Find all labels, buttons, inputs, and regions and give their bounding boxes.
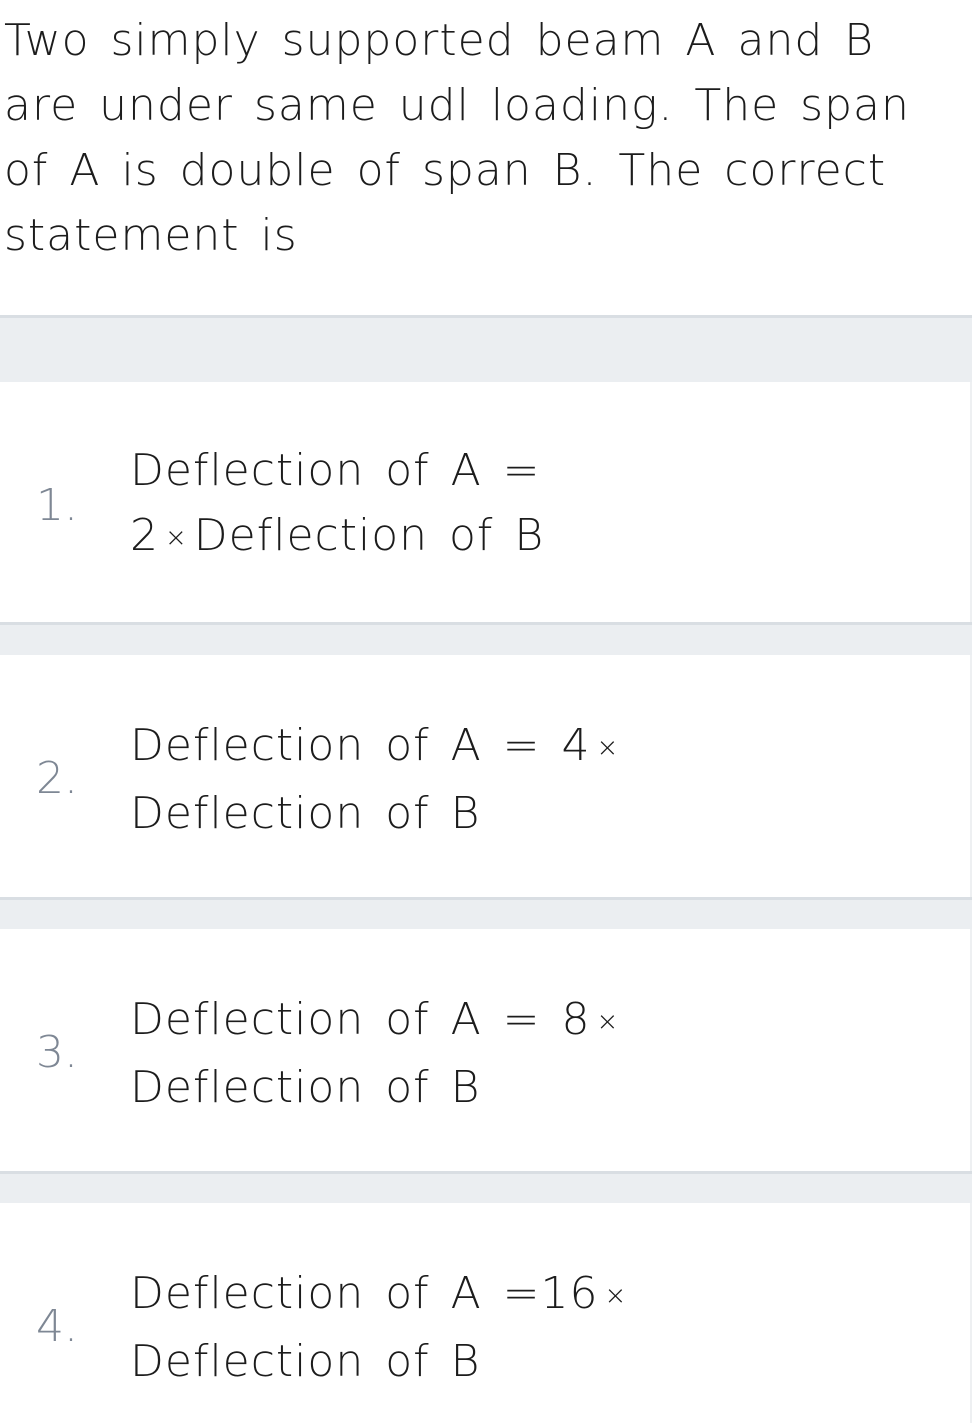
option-text-line: Deflection of A =16 × [130,1261,730,1329]
option-divider [0,1171,972,1203]
times-icon: × [165,523,188,553]
option-text-line: Deflection of A = [130,445,541,496]
option-text-line: 2 × Deflection of B [130,503,730,571]
option-2[interactable]: 2. Deflection of A = 4 × Deflection of B [0,655,972,897]
option-text-prefix: Deflection of A = 8 [130,994,591,1045]
option-multiplier: 2 [130,510,159,561]
option-divider [0,897,972,929]
option-text: Deflection of A = 2 × Deflection of B [130,438,730,571]
option-number: 3. [36,1027,78,1078]
option-text: Deflection of A =16 × Deflection of B [130,1261,730,1394]
option-number: 1. [36,480,78,531]
option-text-line: Deflection of B [130,1062,481,1113]
option-text-line: Deflection of B [130,788,481,839]
option-text-prefix: Deflection of A = 4 [130,720,591,771]
times-icon: × [604,1281,628,1311]
option-text: Deflection of A = 8 × Deflection of B [130,987,730,1120]
option-text-line: Deflection of A = 4 × [130,713,730,781]
option-text-suffix: Deflection of B [193,510,545,561]
option-4[interactable]: 4. Deflection of A =16 × Deflection of B [0,1203,972,1423]
option-text-line: Deflection of A = 8 × [130,987,730,1055]
question-text: Two simply supported beam A and B are un… [4,15,910,261]
option-text: Deflection of A = 4 × Deflection of B [130,713,730,846]
option-number: 2. [36,753,78,804]
option-number: 4. [36,1301,78,1352]
times-icon: × [596,733,620,763]
option-text-prefix: Deflection of A =16 [130,1268,599,1319]
section-divider [0,315,972,382]
times-icon: × [596,1007,620,1037]
option-divider [0,622,972,655]
option-text-line: Deflection of B [130,1336,481,1387]
option-1[interactable]: 1. Deflection of A = 2 × Deflection of B [0,382,972,622]
option-3[interactable]: 3. Deflection of A = 8 × Deflection of B [0,929,972,1171]
